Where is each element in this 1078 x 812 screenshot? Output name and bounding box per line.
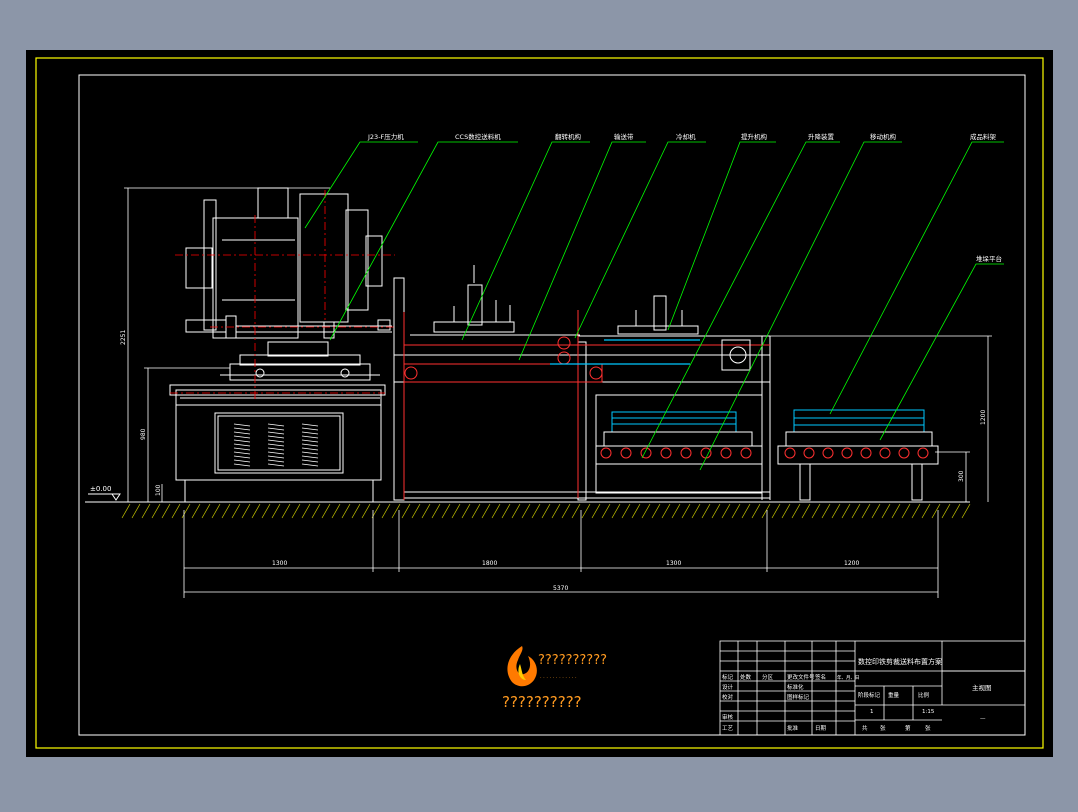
dim-span-1: 1300 <box>272 560 287 567</box>
misc-date: 日期 <box>815 725 827 732</box>
cad-viewport: ±0.00 2251 980 100 1300 1800 1300 1200 5… <box>0 0 1078 808</box>
header-change: 更改文件号 <box>787 673 815 681</box>
view-name: 主视图 <box>972 683 992 692</box>
footer-sheet: 张 <box>925 724 931 732</box>
level-mark-label: ±0.00 <box>90 485 111 493</box>
scale-value: 1:15 <box>922 709 935 715</box>
watermark-tagline: ?????????? <box>502 693 582 711</box>
header-sign: 签名 <box>815 673 826 681</box>
footer-no: 第 <box>905 724 911 732</box>
drawing-sheet <box>26 50 1053 757</box>
dim-height-total: 2251 <box>120 330 127 345</box>
callout-label-8: 成品料架 <box>970 132 997 141</box>
stage-weight: 重量 <box>888 691 900 699</box>
callout-label-4: 冷却机 <box>676 132 696 141</box>
dim-span-2: 1800 <box>482 560 497 567</box>
role-check: 校对 <box>722 693 734 701</box>
header-mark: 标记 <box>722 673 734 681</box>
watermark-brand: ?????????? <box>538 653 607 668</box>
role-process: 工艺 <box>722 725 734 732</box>
header-count: 处数 <box>740 673 752 681</box>
role-approve: 批准 <box>787 724 799 732</box>
drawing-title: 数控印铁剪裁送料布置方案 <box>858 657 942 666</box>
callout-label-5: 提升机构 <box>741 132 768 141</box>
stage-scale: 比例 <box>918 691 930 699</box>
callout-label-7: 移动机构 <box>870 132 897 141</box>
callout-label-6: 升降装置 <box>808 132 835 141</box>
footer-sheets: 张 <box>880 724 886 732</box>
dash-value: — <box>980 716 986 722</box>
dim-span-4: 1200 <box>844 560 859 567</box>
stage-mark: 阶段标记 <box>858 691 881 699</box>
footer-total: 共 <box>862 724 868 732</box>
dim-total-length: 5370 <box>553 585 568 592</box>
role-design: 设计 <box>722 683 734 691</box>
cad-drawing: ±0.00 2251 980 100 1300 1800 1300 1200 5… <box>26 50 1053 757</box>
sheet-value: 1 <box>870 709 874 715</box>
header-date: 年、月、日 <box>837 674 860 681</box>
callout-label-9: 堆垛平台 <box>976 254 1002 263</box>
dim-height-right: 1200 <box>980 410 987 425</box>
dim-height-base: 100 <box>155 484 162 496</box>
callout-label-3: 输送带 <box>614 132 634 141</box>
role-review: 审核 <box>722 713 734 721</box>
callout-label-0: J23-F压力机 <box>367 132 404 141</box>
callout-label-2: 翻转机构 <box>555 132 582 141</box>
header-zone: 分区 <box>762 673 774 681</box>
dim-height-table: 980 <box>140 428 147 440</box>
misc-mark: 图样标记 <box>787 693 810 701</box>
watermark-subtitle: . . . . . . . . . . . . <box>540 674 577 680</box>
role-standard: 标准化 <box>787 683 804 691</box>
dim-height-right-small: 300 <box>958 470 965 482</box>
dim-span-3: 1300 <box>666 560 681 567</box>
callout-label-1: CCS数控送料机 <box>455 132 501 141</box>
